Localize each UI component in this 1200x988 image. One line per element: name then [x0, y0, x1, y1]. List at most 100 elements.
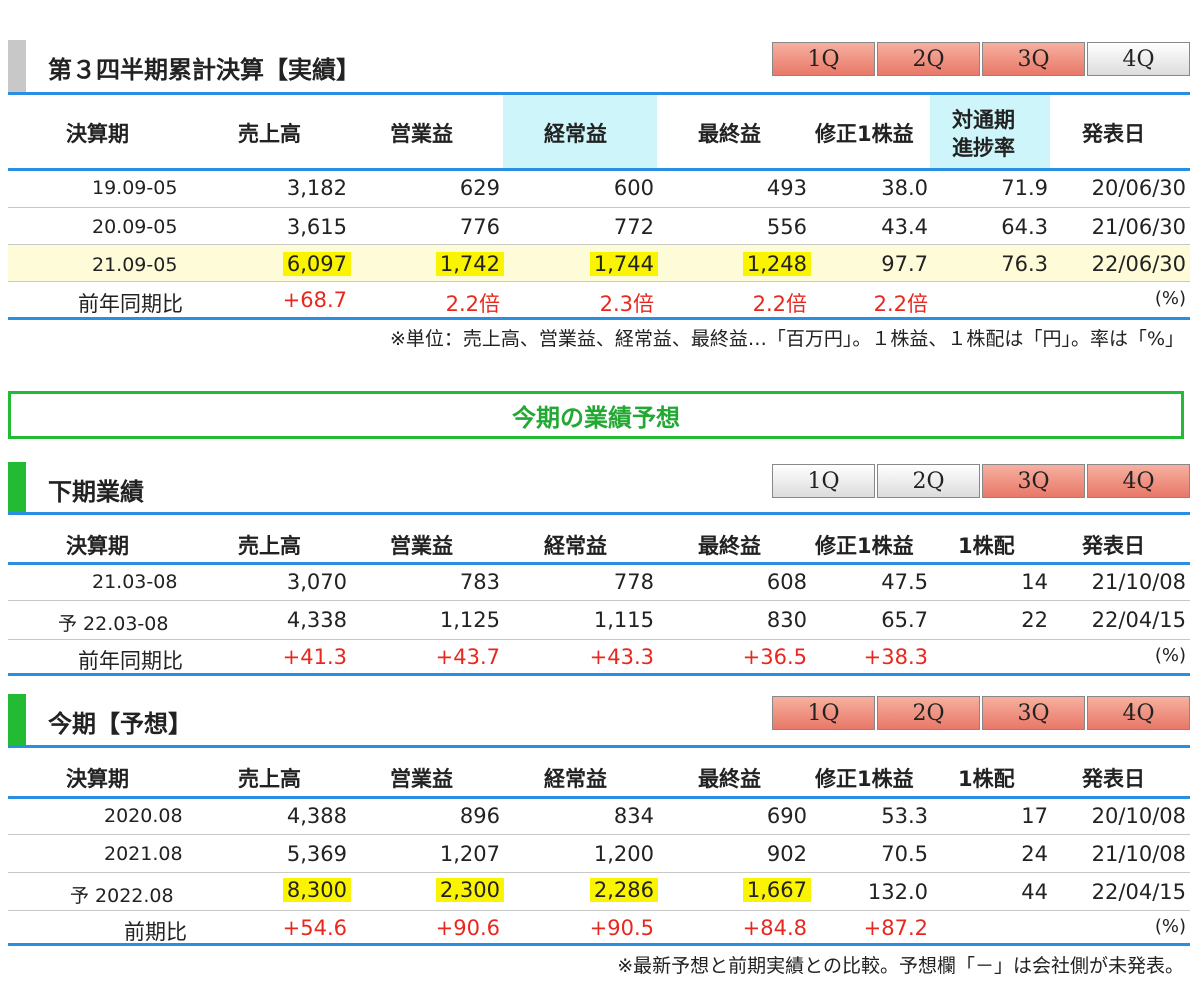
cell-date: 20/06/30 — [1091, 176, 1186, 200]
cell-net: 1,248 — [742, 252, 811, 276]
cell-period: 21.03-08 — [92, 571, 178, 593]
cell-eps: 70.5 — [881, 842, 928, 866]
cell-yoy-operating: +43.7 — [435, 645, 500, 669]
cell-net: 493 — [766, 176, 807, 200]
cell-date: 22/06/30 — [1091, 252, 1186, 276]
section2-title-text: 下期業績 — [48, 478, 144, 506]
cell-date: 22/04/15 — [1091, 608, 1186, 632]
cell-yoy-ordinary: +43.3 — [589, 645, 654, 669]
header-operating: 営業益 — [390, 122, 453, 146]
divider — [8, 639, 1190, 640]
cell-net: 690 — [766, 804, 807, 828]
divider — [8, 562, 1190, 565]
cell-operating: 1,125 — [439, 608, 500, 632]
tab-4q[interactable]: 4Q — [1087, 464, 1190, 498]
cell-ordinary: 778 — [613, 570, 654, 594]
header-operating: 営業益 — [390, 534, 453, 558]
divider — [8, 168, 1190, 171]
cell-period: 予 22.03-08 — [58, 613, 169, 635]
divider — [8, 943, 1190, 946]
cell-sales: 3,615 — [286, 215, 347, 239]
header-net: 最終益 — [698, 122, 761, 146]
section1-quarter-tabs: 1Q 2Q 3Q 4Q — [772, 42, 1192, 78]
header-dividend: 1株配 — [958, 767, 1015, 791]
cell-eps: 132.0 — [867, 880, 928, 904]
cell-net: 830 — [766, 608, 807, 632]
cell-dividend: 17 — [1021, 804, 1048, 828]
header-date: 発表日 — [1082, 767, 1145, 791]
cell-dividend: 22 — [1021, 608, 1048, 632]
header-ordinary: 経常益 — [544, 767, 607, 791]
tab-1q[interactable]: 1Q — [772, 696, 875, 730]
cell-ordinary: 772 — [613, 215, 654, 239]
cell-operating: 776 — [459, 215, 500, 239]
cell-ordinary: 1,115 — [593, 608, 654, 632]
cell-unit: (%) — [1154, 288, 1186, 309]
divider — [8, 673, 1190, 676]
cell-progress: 71.9 — [1001, 176, 1048, 200]
header-net: 最終益 — [698, 767, 761, 791]
cell-eps: 97.7 — [881, 252, 928, 276]
cell-eps: 53.3 — [881, 804, 928, 828]
cell-yoy-eps: +87.2 — [863, 916, 928, 940]
cell-yoy-sales: +41.3 — [282, 645, 347, 669]
tab-2q[interactable]: 2Q — [877, 42, 980, 76]
section2-quarter-tabs: 1Q 2Q 3Q 4Q — [772, 464, 1192, 500]
header-progress-1: 対通期 — [952, 108, 1015, 132]
header-period: 決算期 — [66, 767, 129, 791]
tab-1q[interactable]: 1Q — [772, 464, 875, 498]
cell-sales: 3,182 — [286, 176, 347, 200]
tab-2q[interactable]: 2Q — [877, 696, 980, 730]
cell-yoy-net: +84.8 — [742, 916, 807, 940]
divider — [8, 281, 1190, 282]
cell-sales: 6,097 — [282, 252, 351, 276]
tab-3q[interactable]: 3Q — [982, 42, 1085, 76]
divider — [8, 910, 1190, 911]
cell-yoy-ordinary: 2.3倍 — [599, 292, 654, 316]
cell-eps: 65.7 — [881, 608, 928, 632]
cell-yoy-ordinary: +90.5 — [589, 916, 654, 940]
header-dividend: 1株配 — [958, 534, 1015, 558]
cell-sales: 5,369 — [286, 842, 347, 866]
tab-3q[interactable]: 3Q — [982, 696, 1085, 730]
cell-ordinary: 600 — [613, 176, 654, 200]
cell-operating: 1,207 — [439, 842, 500, 866]
cell-dividend: 44 — [1021, 880, 1048, 904]
divider — [8, 512, 1190, 515]
cell-operating: 2,300 — [435, 878, 504, 902]
tab-4q[interactable]: 4Q — [1087, 696, 1190, 730]
divider — [8, 600, 1190, 601]
tab-4q[interactable]: 4Q — [1087, 42, 1190, 76]
unit-note: ※単位：売上高、営業益、経常益、最終益…「百万円」。１株益、１株配は「円」。率は… — [390, 328, 1184, 350]
header-progress-2: 進捗率 — [952, 136, 1015, 160]
cell-yoy-sales: +68.7 — [282, 288, 347, 312]
header-ordinary: 経常益 — [544, 122, 607, 146]
header-sales: 売上高 — [238, 767, 301, 791]
cell-yoy-operating: 2.2倍 — [445, 292, 500, 316]
cell-eps: 38.0 — [881, 176, 928, 200]
cell-unit: (%) — [1154, 645, 1186, 666]
cell-date: 21/10/08 — [1091, 842, 1186, 866]
cell-sales: 3,070 — [286, 570, 347, 594]
cell-ordinary: 1,200 — [593, 842, 654, 866]
cell-ordinary: 2,286 — [589, 878, 658, 902]
tab-1q[interactable]: 1Q — [772, 42, 875, 76]
cell-period: 21.09-05 — [92, 254, 178, 276]
header-eps: 修正1株益 — [815, 122, 914, 146]
cell-ordinary: 1,744 — [589, 252, 658, 276]
cell-operating: 896 — [459, 804, 500, 828]
cell-date: 21/10/08 — [1091, 570, 1186, 594]
cell-yoy-label: 前年同期比 — [78, 292, 183, 316]
divider — [8, 207, 1190, 208]
section3-marker — [8, 694, 26, 746]
header-sales: 売上高 — [238, 122, 301, 146]
comparison-note: ※最新予想と前期実績との比較。予想欄「－」は会社側が未発表。 — [617, 955, 1184, 977]
cell-net: 556 — [766, 215, 807, 239]
section1-marker — [8, 40, 26, 92]
section3-title-text: 今期【予想】 — [48, 710, 192, 738]
section3-quarter-tabs: 1Q 2Q 3Q 4Q — [772, 696, 1192, 732]
tab-2q[interactable]: 2Q — [877, 464, 980, 498]
forecast-banner: 今期の業績予想 — [8, 391, 1184, 439]
cell-date: 21/06/30 — [1091, 215, 1186, 239]
tab-3q[interactable]: 3Q — [982, 464, 1085, 498]
